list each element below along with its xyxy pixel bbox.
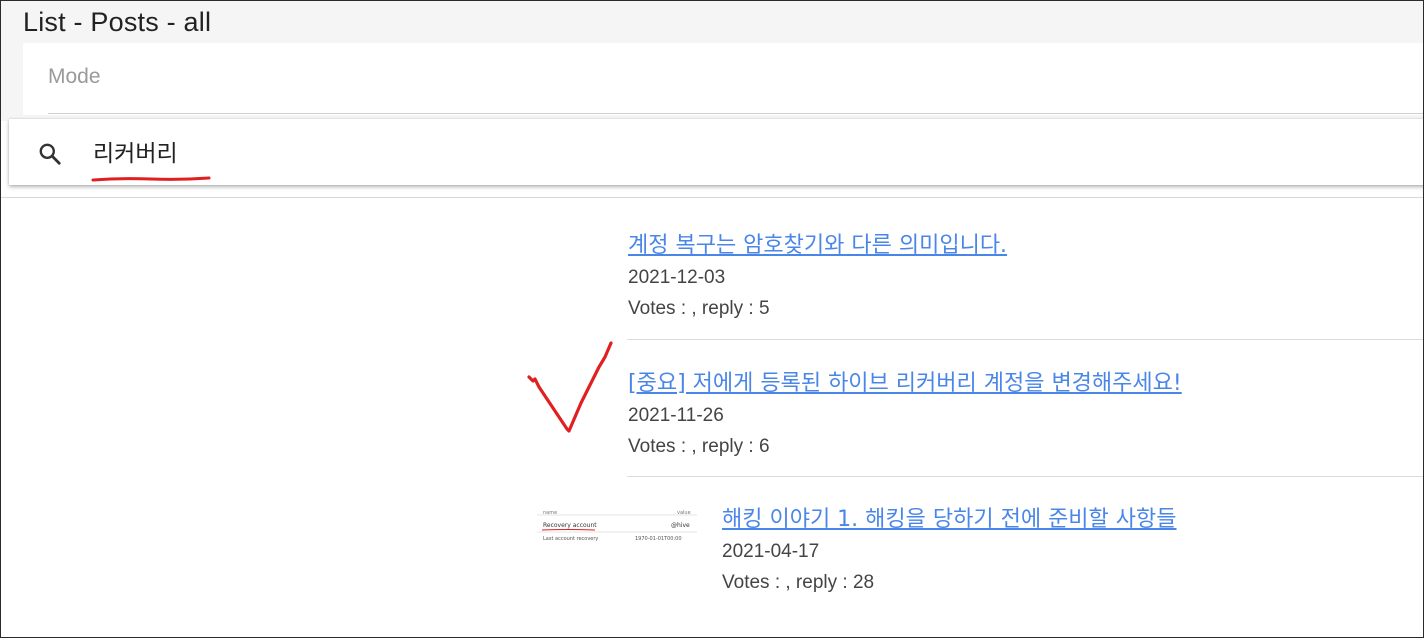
list-item: 해킹 이야기 1. 해킹을 당하기 전에 준비할 사항들 2021-04-17 … [722, 501, 1177, 594]
list-divider [627, 339, 1423, 340]
check-mark-annotation [527, 341, 613, 433]
post-date: 2021-12-03 [628, 267, 726, 288]
header: List - Posts - all Mode [1, 1, 1423, 121]
post-stats: Votes : , reply : 28 [722, 572, 875, 593]
mode-select[interactable]: Mode [48, 43, 1423, 114]
mode-select-container: Mode [23, 43, 1423, 115]
search-input[interactable] [93, 129, 693, 173]
search-term-underline-annotation [91, 176, 211, 182]
post-date: 2021-11-26 [628, 405, 724, 426]
list-item: [중요] 저에게 등록된 하이브 리커버리 계정을 변경해주세요! 2021-1… [628, 365, 1182, 458]
post-title-link[interactable]: [중요] 저에게 등록된 하이브 리커버리 계정을 변경해주세요! [628, 365, 1182, 397]
search-bar [9, 119, 1423, 185]
list-item: 계정 복구는 암호찾기와 다른 의미입니다. 2021-12-03 Votes … [628, 227, 1007, 320]
thumbnail-text: value [677, 510, 691, 516]
thumbnail-text: Last account recovery [543, 536, 598, 542]
app-window: List - Posts - all Mode 계정 복구는 암호찾기와 다른 … [0, 0, 1424, 638]
post-title-link[interactable]: 계정 복구는 암호찾기와 다른 의미입니다. [628, 227, 1007, 259]
page-title: List - Posts - all [23, 7, 212, 37]
list-divider [627, 476, 1423, 477]
post-date: 2021-04-17 [722, 541, 820, 562]
thumbnail-image: name value Recovery account @hive Last a… [537, 509, 697, 543]
search-icon[interactable] [37, 141, 63, 167]
post-stats: Votes : , reply : 6 [628, 436, 770, 457]
mode-label: Mode [48, 65, 101, 88]
results-divider [1, 197, 1423, 198]
post-thumbnail[interactable]: name value Recovery account @hive Last a… [537, 509, 697, 543]
post-stats: Votes : , reply : 5 [628, 298, 770, 319]
post-title-link[interactable]: 해킹 이야기 1. 해킹을 당하기 전에 준비할 사항들 [722, 501, 1177, 533]
thumbnail-text: Recovery account [543, 522, 597, 529]
thumbnail-text: name [543, 510, 557, 516]
thumbnail-text: 1970-01-01T00:00 [635, 536, 682, 542]
thumbnail-text: @hive [671, 522, 690, 529]
